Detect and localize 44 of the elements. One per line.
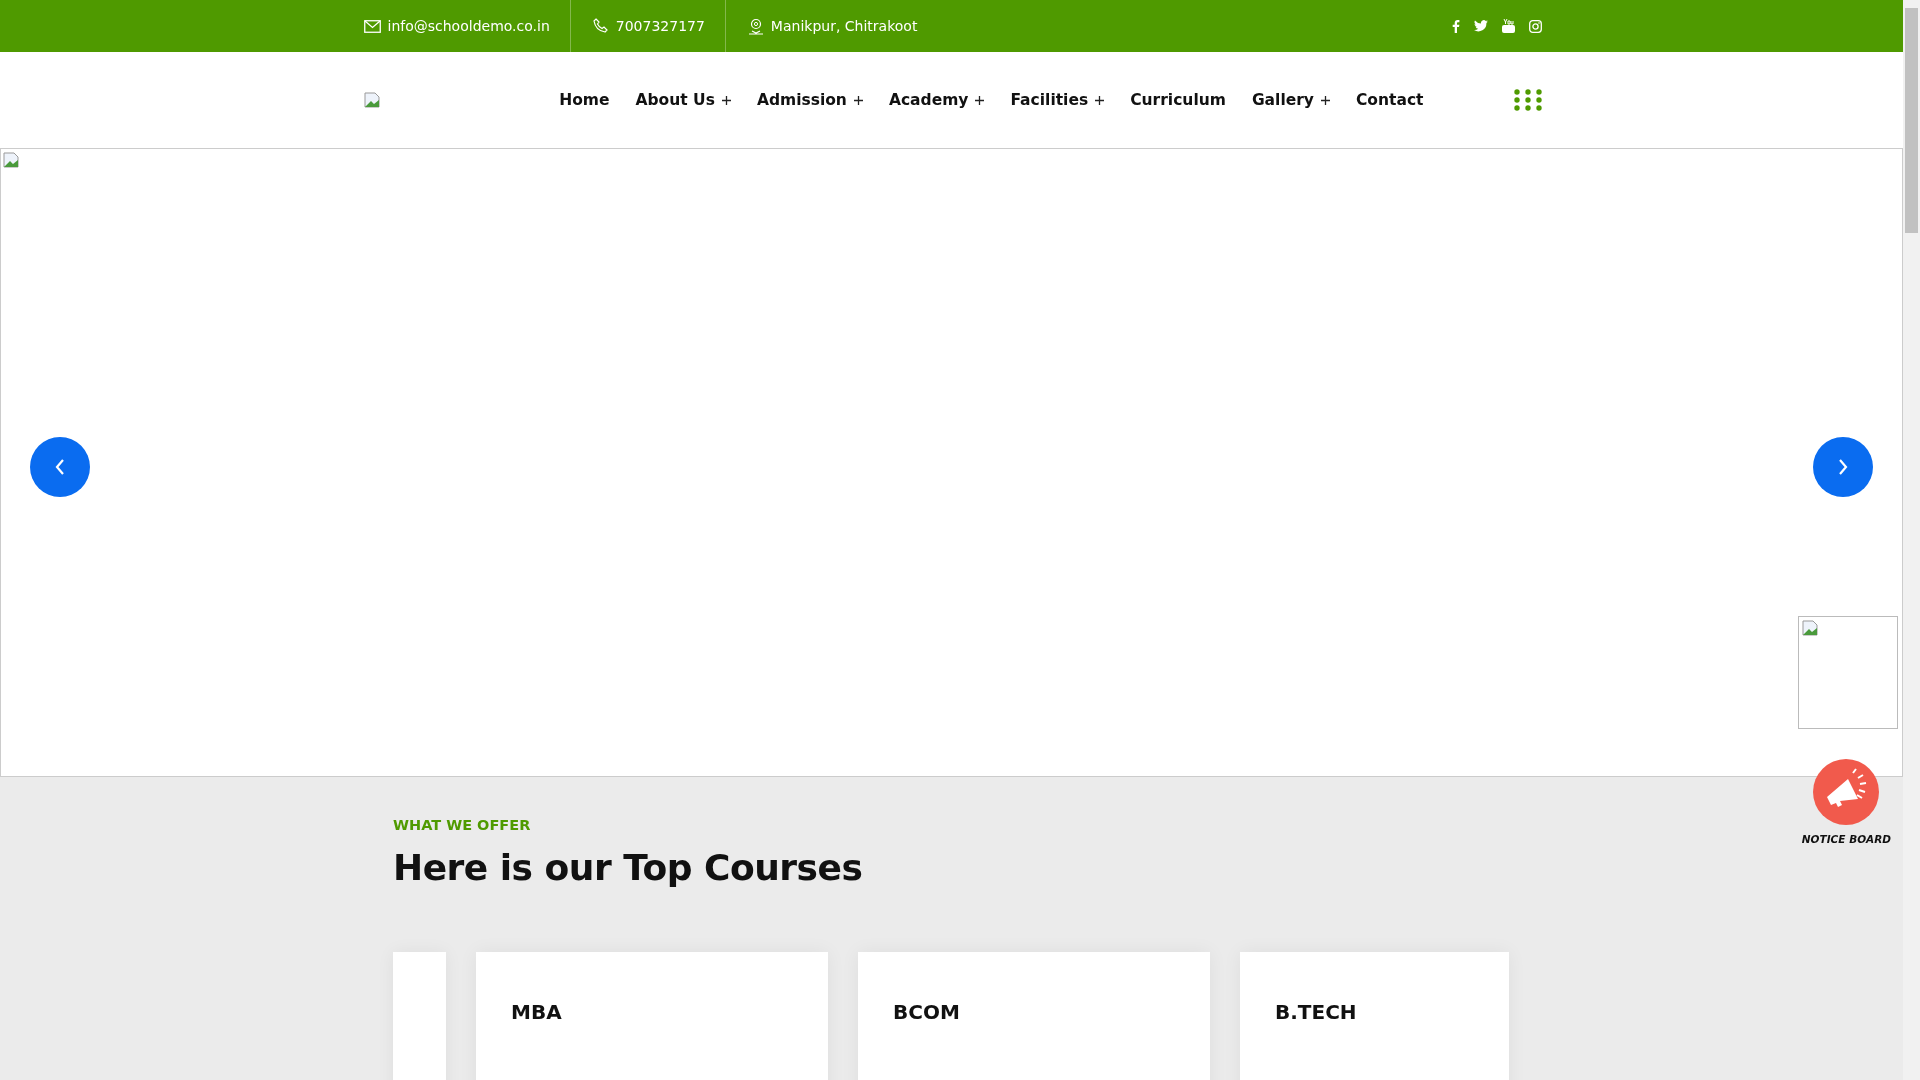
plus-icon — [721, 95, 731, 105]
broken-image-icon — [1802, 620, 1818, 636]
previous-slide-button[interactable] — [30, 437, 90, 497]
envelope-icon — [363, 19, 381, 33]
youtube-icon[interactable] — [1501, 19, 1515, 33]
plus-icon — [1095, 95, 1105, 105]
plus-icon — [1320, 95, 1330, 105]
email-text[interactable]: info@schooldemo.co.in — [387, 18, 550, 34]
scrollbar-thumb[interactable] — [1905, 8, 1918, 233]
notice-image-frame[interactable] — [1798, 616, 1898, 729]
scrollbar[interactable] — [1903, 0, 1920, 1080]
location-text: Manikpur, Chitrakoot — [770, 18, 918, 34]
phone-text[interactable]: 7007327177 — [615, 18, 705, 34]
grid-dots-icon[interactable] — [1513, 89, 1542, 111]
broken-image-icon — [363, 92, 380, 108]
section-heading: Here is our Top Courses — [393, 847, 864, 888]
nav-link[interactable]: Home — [559, 91, 610, 109]
course-card[interactable]: MBA — [476, 952, 828, 1080]
nav-link[interactable]: Contact — [1355, 91, 1424, 109]
course-title: B.TECH — [1275, 1000, 1358, 1024]
notice-board-label[interactable]: NOTICE BOARD — [1801, 833, 1891, 845]
course-title: BCOM — [893, 1000, 961, 1024]
broken-image-icon — [3, 152, 19, 168]
nav-link[interactable]: Curriculum — [1130, 91, 1226, 109]
section-eyebrow: WHAT WE OFFER — [393, 817, 532, 833]
chevron-left-icon — [55, 459, 65, 475]
course-card[interactable]: BCOM — [858, 952, 1210, 1080]
instagram-icon[interactable] — [1528, 19, 1542, 33]
twitter-icon[interactable] — [1473, 20, 1488, 32]
chevron-right-icon — [1838, 459, 1848, 475]
location-pin-icon — [747, 17, 764, 35]
facebook-icon[interactable] — [1451, 19, 1460, 33]
nav-link[interactable]: Facilities — [1010, 91, 1105, 109]
plus-icon — [975, 95, 985, 105]
course-card[interactable]: B.TECH — [1240, 952, 1509, 1080]
phone-icon — [592, 18, 609, 34]
nav-link[interactable]: Gallery — [1251, 91, 1330, 109]
next-slide-button[interactable] — [1813, 437, 1873, 497]
nav-link[interactable]: Admission — [756, 91, 863, 109]
nav-link[interactable]: Academy — [888, 91, 985, 109]
megaphone-icon[interactable] — [1813, 759, 1880, 825]
plus-icon — [853, 95, 863, 105]
nav-link[interactable]: About Us — [635, 91, 731, 109]
course-title: MBA — [511, 1000, 563, 1024]
